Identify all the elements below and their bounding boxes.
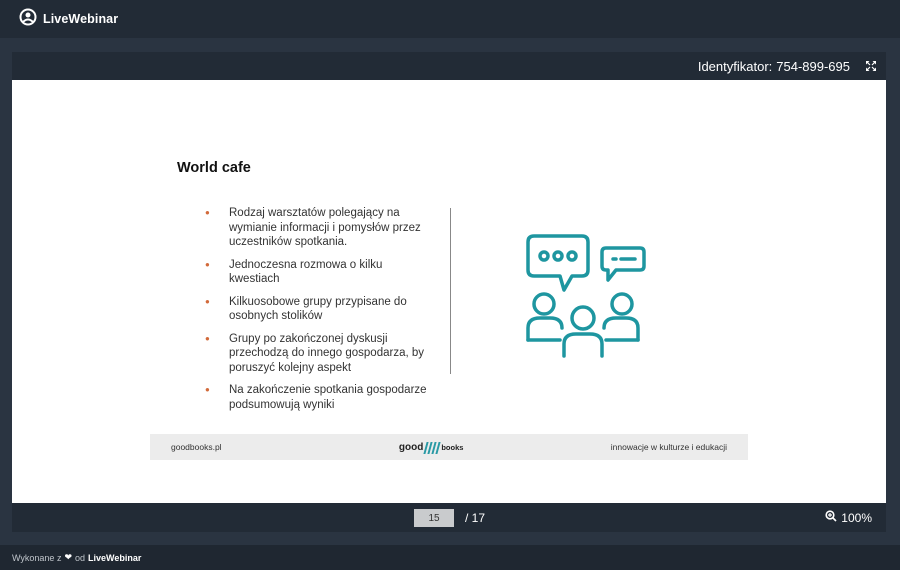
- list-item: Kilkuosobowe grupy przypisane do osobnyc…: [204, 295, 436, 324]
- viewer-header: Identyfikator: 754-899-695: [12, 52, 886, 80]
- fullscreen-icon[interactable]: [864, 59, 878, 73]
- app-name: LiveWebinar: [43, 12, 119, 26]
- page-total: / 17: [465, 511, 486, 525]
- brand-word-books: books: [441, 442, 464, 452]
- brand-word-good: good: [398, 441, 424, 453]
- page-number-input[interactable]: 15: [414, 509, 454, 527]
- zoom-level: 100%: [841, 510, 872, 525]
- slide-footer: goodbooks.pl good books innowacje w kult…: [150, 434, 748, 460]
- slide-divider: [450, 208, 451, 374]
- list-item: Na zakończenie spotkania gospodarze pods…: [204, 383, 436, 412]
- presentation-viewer: Identyfikator: 754-899-695 World cafe Ro…: [12, 52, 886, 532]
- top-bar: LiveWebinar: [0, 0, 900, 38]
- slide: World cafe Rodzaj warsztatów polegający …: [12, 80, 886, 503]
- slide-title: World cafe: [177, 160, 251, 176]
- list-item: Rodzaj warsztatów polegający na wymianie…: [204, 206, 436, 250]
- list-item: Jednoczesna rozmowa o kilku kwestiach: [204, 258, 436, 287]
- app-logo[interactable]: LiveWebinar: [18, 8, 118, 31]
- list-item: Grupy po zakończonej dyskusji przechodzą…: [204, 332, 436, 376]
- slide-pager: 15 / 17 100%: [12, 503, 886, 532]
- meeting-id-label: Identyfikator:: [697, 58, 773, 74]
- footer-tagline: innowacje w kulturze i edukacji: [610, 442, 727, 452]
- footer-brand-link[interactable]: LiveWebinar: [88, 553, 141, 563]
- goodbooks-logo: good books: [398, 441, 464, 454]
- zoom-control[interactable]: 100%: [825, 510, 872, 525]
- made-with-label: Wykonane z: [12, 552, 62, 563]
- footer-website: goodbooks.pl: [171, 442, 222, 452]
- zoom-icon[interactable]: [825, 510, 837, 525]
- heart-icon: ❤: [64, 552, 72, 562]
- group-discussion-icon: [520, 230, 646, 365]
- by-label: od: [75, 552, 86, 563]
- bullet-list: Rodzaj warsztatów polegający na wymianie…: [204, 206, 436, 420]
- livewebinar-logo-icon: [18, 8, 38, 31]
- bottom-bar: Wykonane z ❤ od LiveWebinar: [0, 545, 900, 570]
- meeting-id-value: 754-899-695: [776, 58, 850, 74]
- brand-bars-icon: [423, 441, 441, 454]
- meeting-id: Identyfikator: 754-899-695: [698, 59, 850, 74]
